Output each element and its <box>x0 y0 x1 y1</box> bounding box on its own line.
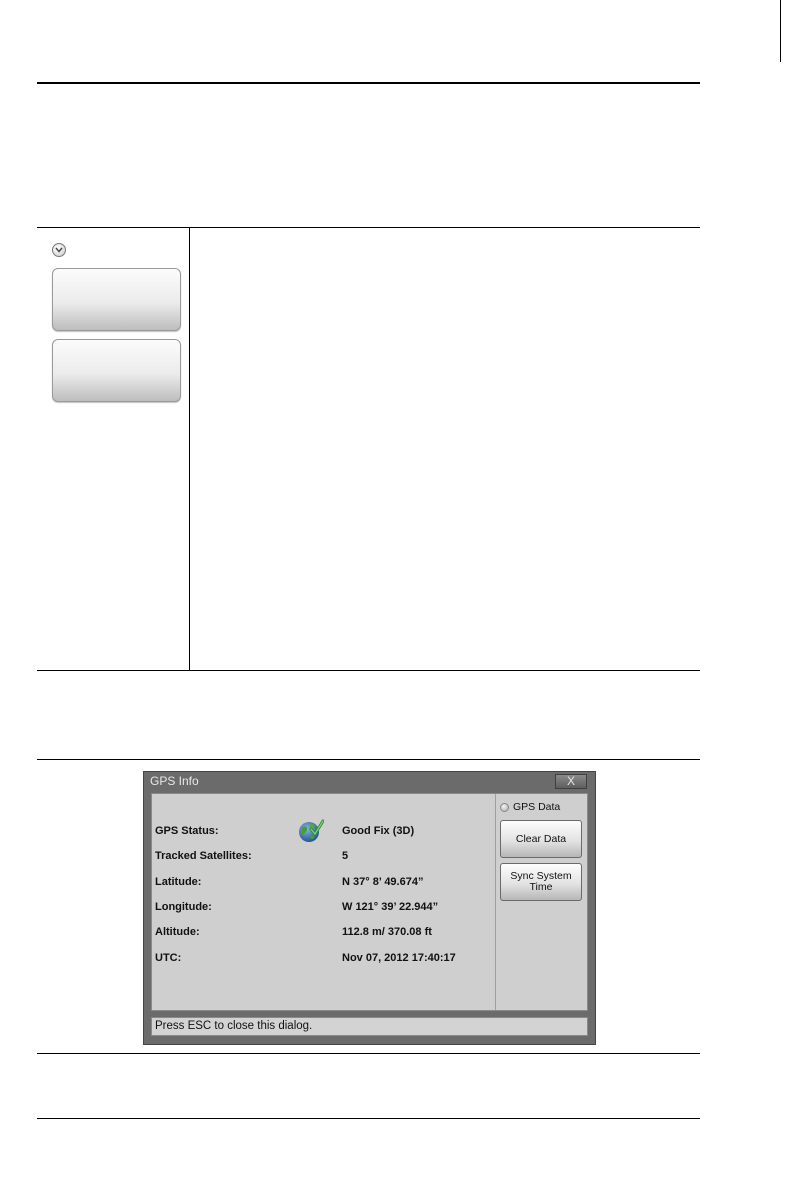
gps-data-radio-label: GPS Data <box>513 801 561 813</box>
softkey-button-1[interactable] <box>52 268 181 331</box>
header-rule <box>37 82 700 84</box>
tracked-satellites-value: 5 <box>342 850 349 862</box>
table-column-divider <box>189 227 190 671</box>
figure-top-rule <box>37 759 700 760</box>
longitude-value: W 121° 39’ 22.944” <box>342 901 439 913</box>
figure-bottom-rule <box>37 1053 700 1054</box>
chevron-down-icon[interactable] <box>52 243 66 257</box>
status-text: Press ESC to close this dialog. <box>155 1020 313 1032</box>
gps-data-radio[interactable] <box>500 803 509 812</box>
page-edge-marker <box>780 0 781 62</box>
dialog-status-bar: Press ESC to close this dialog. <box>151 1017 588 1036</box>
sync-system-time-button[interactable]: Sync System Time <box>500 863 582 901</box>
clear-data-button[interactable]: Clear Data <box>500 820 582 858</box>
close-button[interactable]: X <box>555 774 587 789</box>
longitude-label: Longitude: <box>155 901 212 913</box>
gps-status-label: GPS Status: <box>155 825 219 837</box>
dialog-body: GPS Status: Good Fix (3D) Tracked Satell… <box>151 793 588 1011</box>
footer-rule <box>37 1118 700 1119</box>
dialog-title: GPS Info <box>150 774 199 788</box>
utc-label: UTC: <box>155 952 182 964</box>
table-bottom-rule <box>37 670 700 671</box>
gps-status-value: Good Fix (3D) <box>342 825 415 837</box>
sync-system-time-label-line2: Time <box>529 881 553 893</box>
altitude-label: Altitude: <box>155 926 200 938</box>
gps-info-dialog: GPS Info X GPS Status: Good Fix (3D) Tra… <box>143 771 596 1045</box>
utc-value: Nov 07, 2012 17:40:17 <box>342 952 456 964</box>
table-top-rule <box>37 227 700 228</box>
latitude-value: N 37° 8’ 49.674” <box>342 876 424 888</box>
globe-check-icon <box>298 819 325 843</box>
panel-divider <box>495 794 496 1010</box>
latitude-label: Latitude: <box>155 876 202 888</box>
altitude-value: 112.8 m/ 370.08 ft <box>342 926 432 938</box>
close-icon: X <box>566 774 575 788</box>
softkey-button-2[interactable] <box>52 339 181 402</box>
tracked-satellites-label: Tracked Satellites: <box>155 850 252 862</box>
clear-data-label: Clear Data <box>515 832 567 845</box>
